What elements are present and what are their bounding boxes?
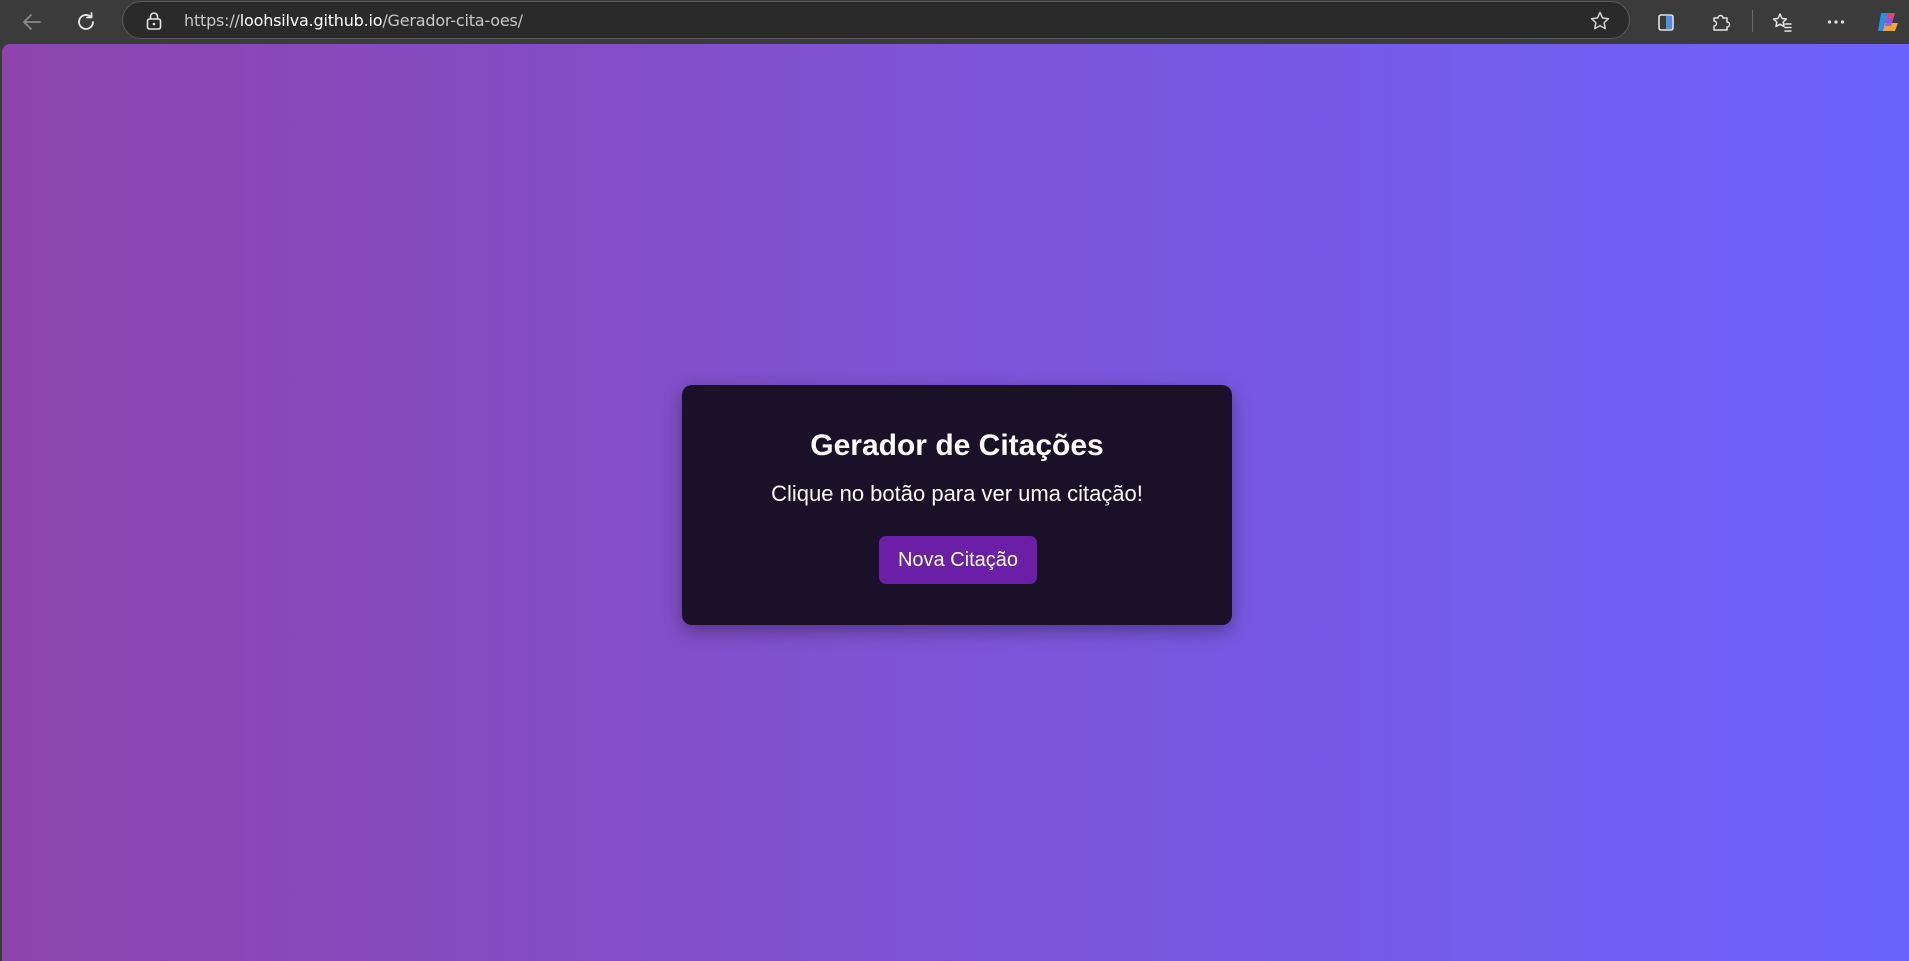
url-text[interactable]: https://loohsilva.github.io/Gerador-cita… <box>184 11 523 30</box>
favorites-button[interactable] <box>1764 4 1800 40</box>
url-scheme: https:// <box>184 11 240 30</box>
favorites-icon <box>1771 11 1793 33</box>
menu-button[interactable] <box>1818 4 1854 40</box>
card-title: Gerador de Citações <box>810 429 1104 462</box>
browser-toolbar: https://loohsilva.github.io/Gerador-cita… <box>0 0 1909 44</box>
reload-icon <box>75 11 97 33</box>
star-icon[interactable] <box>1589 10 1611 37</box>
copilot-button[interactable] <box>1870 4 1906 40</box>
quote-card: Gerador de Citações Clique no botão para… <box>682 385 1232 625</box>
quote-text: Clique no botão para ver uma citação! <box>771 481 1143 506</box>
split-screen-button[interactable] <box>1648 4 1684 40</box>
copilot-icon <box>1875 9 1901 35</box>
more-icon <box>1825 11 1847 33</box>
split-screen-icon <box>1655 11 1677 33</box>
url-path: /Gerador-cita-oes/ <box>382 11 523 30</box>
extensions-button[interactable] <box>1703 4 1739 40</box>
lock-icon[interactable] <box>145 11 163 36</box>
page-viewport: Gerador de Citações Clique no botão para… <box>2 44 1909 961</box>
toolbar-divider <box>1752 10 1753 32</box>
address-bar[interactable]: https://loohsilva.github.io/Gerador-cita… <box>122 1 1630 39</box>
url-host: loohsilva.github.io <box>239 11 383 30</box>
reload-button[interactable] <box>68 4 104 40</box>
back-arrow-icon <box>21 11 43 33</box>
puzzle-icon <box>1710 11 1732 33</box>
new-quote-button[interactable]: Nova Citação <box>879 536 1037 584</box>
back-button[interactable] <box>14 4 50 40</box>
